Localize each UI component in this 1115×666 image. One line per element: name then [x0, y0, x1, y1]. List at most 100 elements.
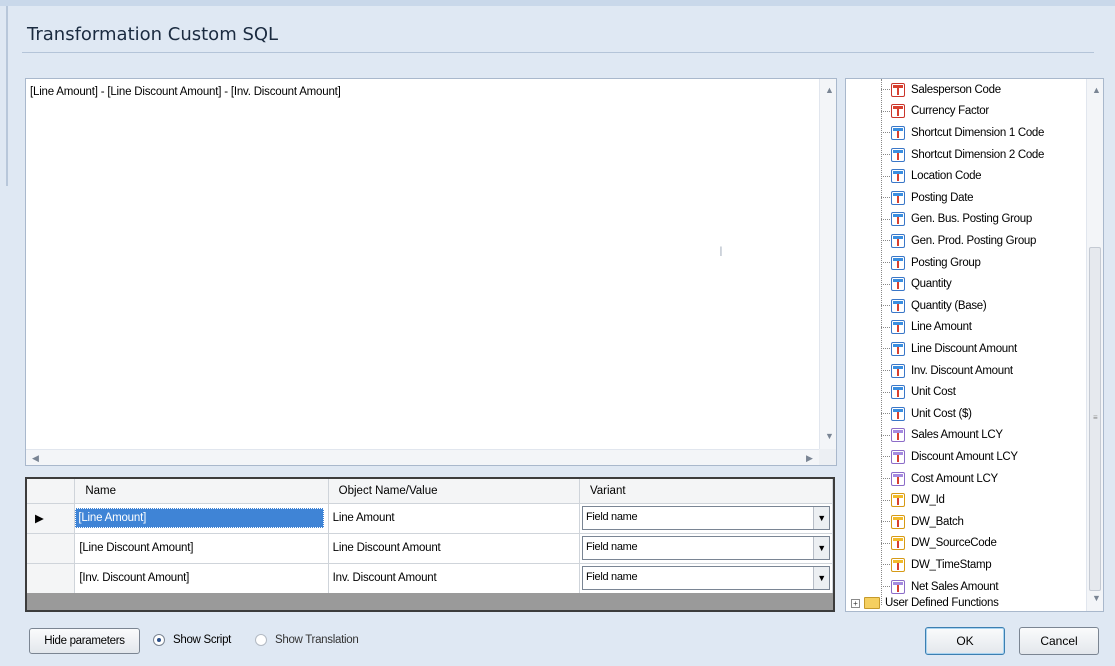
- tree-node[interactable]: Discount Amount LCY: [881, 446, 1018, 468]
- tree-node[interactable]: Currency Factor: [881, 101, 989, 123]
- chevron-down-icon[interactable]: ▼: [813, 537, 829, 559]
- variant-cell[interactable]: Field name ▼: [579, 503, 834, 534]
- scroll-down-icon[interactable]: ▼: [1092, 593, 1101, 603]
- field-icon: [891, 579, 905, 594]
- tree-node[interactable]: Unit Cost ($): [881, 403, 972, 425]
- show-script-radio[interactable]: Show Script: [153, 634, 231, 646]
- scrollbar-thumb[interactable]: ≡: [1089, 247, 1101, 591]
- field-icon: [891, 147, 905, 162]
- show-translation-radio[interactable]: Show Translation: [255, 634, 359, 646]
- tree-connector: [881, 478, 890, 480]
- name-cell[interactable]: [Line Discount Amount]: [74, 533, 329, 564]
- hide-parameters-button[interactable]: Hide parameters: [29, 628, 140, 654]
- tree-connector: [881, 89, 890, 91]
- column-header-name[interactable]: Name: [74, 479, 329, 504]
- tree-node[interactable]: Inv. Discount Amount: [881, 360, 1013, 382]
- tree-node[interactable]: Salesperson Code: [881, 79, 1001, 101]
- variant-select-value: Field name: [585, 571, 638, 583]
- table-row[interactable]: [Line Discount Amount] Line Discount Amo…: [27, 533, 834, 564]
- tree-node[interactable]: Sales Amount LCY: [881, 425, 1003, 447]
- tree-node-label: Posting Group: [911, 256, 981, 269]
- scroll-right-icon[interactable]: ▶: [806, 453, 813, 463]
- table-row[interactable]: [Inv. Discount Amount] Inv. Discount Amo…: [27, 563, 834, 594]
- field-icon: [891, 82, 905, 97]
- tree-node-label: Discount Amount LCY: [911, 450, 1018, 463]
- tree-node[interactable]: Gen. Bus. Posting Group: [881, 209, 1032, 231]
- tree-node[interactable]: Shortcut Dimension 2 Code: [881, 144, 1044, 166]
- tree-node[interactable]: DW_Batch: [881, 511, 964, 533]
- variant-cell[interactable]: Field name ▼: [579, 533, 834, 564]
- tree-node[interactable]: Posting Date: [881, 187, 974, 209]
- scroll-down-icon[interactable]: ▼: [825, 431, 834, 441]
- tree-connector: [881, 521, 890, 523]
- field-icon: [891, 536, 905, 551]
- tree-node[interactable]: Cost Amount LCY: [881, 468, 998, 490]
- expand-icon[interactable]: +: [851, 598, 860, 608]
- editor-vertical-scrollbar[interactable]: ▲ ▼: [819, 79, 836, 451]
- text-cursor-icon: I: [719, 243, 723, 259]
- tree-connector: [881, 326, 890, 328]
- scroll-up-icon[interactable]: ▲: [825, 85, 834, 95]
- tree-connector: [881, 154, 890, 156]
- tree-node[interactable]: DW_TimeStamp: [881, 554, 992, 576]
- tree-connector: [881, 175, 890, 177]
- name-cell[interactable]: [Inv. Discount Amount]: [74, 563, 329, 594]
- tree-node-user-defined-functions[interactable]: + User Defined Functions: [851, 597, 999, 609]
- field-icon: [891, 341, 905, 356]
- tree-connector: [881, 110, 890, 112]
- variant-select[interactable]: Field name ▼: [581, 536, 830, 560]
- tree-node[interactable]: DW_SourceCode: [881, 533, 997, 555]
- column-header-variant[interactable]: Variant: [579, 479, 834, 504]
- tree-node-label: DW_TimeStamp: [911, 558, 992, 571]
- field-icon: [891, 406, 905, 421]
- tree-node[interactable]: Line Discount Amount: [881, 338, 1017, 360]
- field-icon: [891, 471, 905, 486]
- chevron-down-icon[interactable]: ▼: [813, 507, 829, 529]
- tree-node-label: Quantity: [911, 278, 952, 291]
- tree-node-label: Gen. Prod. Posting Group: [911, 234, 1037, 247]
- ok-button[interactable]: OK: [925, 627, 1005, 655]
- tree-node[interactable]: DW_Id: [881, 489, 945, 511]
- field-icon: [891, 363, 905, 378]
- variant-cell[interactable]: Field name ▼: [579, 563, 834, 594]
- field-tree[interactable]: Salesperson Code Currency Factor Shortcut …: [845, 78, 1104, 612]
- radio-unselected-icon[interactable]: [255, 634, 267, 646]
- tree-node[interactable]: Quantity: [881, 273, 952, 295]
- tree-node[interactable]: Posting Group: [881, 252, 981, 274]
- tree-node[interactable]: Gen. Prod. Posting Group: [881, 230, 1036, 252]
- chevron-down-icon[interactable]: ▼: [813, 567, 829, 589]
- value-cell[interactable]: Line Amount: [328, 503, 580, 534]
- scroll-left-icon[interactable]: ◀: [32, 453, 39, 463]
- tree-node[interactable]: Line Amount: [881, 317, 972, 339]
- value-cell[interactable]: Line Discount Amount: [328, 533, 580, 564]
- tree-node[interactable]: Unit Cost: [881, 381, 956, 403]
- cancel-button[interactable]: Cancel: [1019, 627, 1099, 655]
- table-row[interactable]: ▶ [Line Amount] Line Amount Field name ▼: [27, 503, 834, 534]
- tree-node[interactable]: Shortcut Dimension 1 Code: [881, 122, 1044, 144]
- script-text[interactable]: [Line Amount] - [Line Discount Amount] -…: [30, 86, 341, 98]
- field-icon: [891, 320, 905, 335]
- variant-select[interactable]: Field name ▼: [581, 566, 830, 590]
- name-cell[interactable]: [Line Amount]: [74, 503, 329, 534]
- tree-node-label: Net Sales Amount: [911, 580, 999, 593]
- scroll-up-icon[interactable]: ▲: [1092, 85, 1101, 95]
- tree-node-label: User Defined Functions: [885, 597, 999, 609]
- field-icon: [891, 385, 905, 400]
- tree-node-label: Salesperson Code: [911, 83, 1001, 96]
- tree-node[interactable]: Location Code: [881, 165, 982, 187]
- tree-connector: [881, 262, 890, 264]
- radio-selected-icon[interactable]: [153, 634, 165, 646]
- tree-connector: [881, 348, 890, 350]
- parameters-grid[interactable]: Name Object Name/Value Variant ▶ [Line A…: [25, 477, 835, 612]
- tree-node[interactable]: Quantity (Base): [881, 295, 987, 317]
- column-header-object-value[interactable]: Object Name/Value: [328, 479, 580, 504]
- value-cell[interactable]: Inv. Discount Amount: [328, 563, 580, 594]
- script-editor[interactable]: [Line Amount] - [Line Discount Amount] -…: [25, 78, 837, 466]
- tree-vertical-scrollbar[interactable]: ▲ ≡ ▼: [1086, 79, 1103, 611]
- editor-horizontal-scrollbar[interactable]: ◀ ▶: [26, 449, 822, 465]
- tree-connector: [881, 197, 890, 199]
- variant-select[interactable]: Field name ▼: [581, 506, 830, 530]
- tree-node-label: DW_SourceCode: [911, 537, 997, 550]
- tree-node[interactable]: Net Sales Amount: [881, 576, 999, 598]
- field-icon: [891, 493, 905, 508]
